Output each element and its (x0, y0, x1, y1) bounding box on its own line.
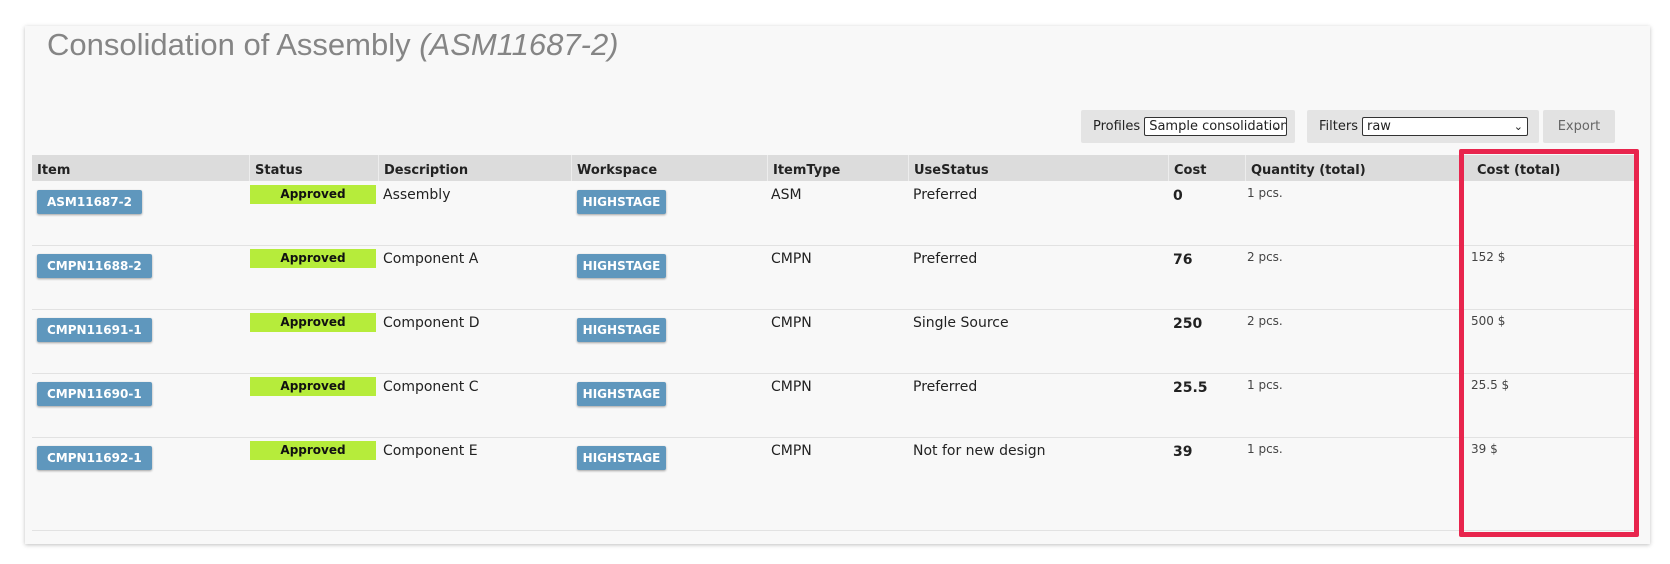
column-header-quantity-total[interactable]: Quantity (total) (1245, 155, 1463, 181)
column-header-cost[interactable]: Cost (1168, 155, 1245, 181)
workspace-button[interactable]: HIGHSTAGE (577, 190, 666, 214)
cost-cell: 25.5 (1173, 380, 1208, 396)
description-cell: Component E (383, 443, 478, 459)
page-title: Consolidation of Assembly (ASM11687-2) (47, 27, 619, 63)
item-link-button[interactable]: CMPN11691-1 (37, 318, 152, 342)
column-header-status[interactable]: Status (249, 155, 377, 181)
quantity-total-cell: 1 pcs. (1247, 442, 1283, 456)
cost-cell: 250 (1173, 316, 1203, 332)
quantity-total-cell: 1 pcs. (1247, 378, 1283, 392)
itemtype-cell: CMPN (771, 379, 812, 395)
item-link-button[interactable]: ASM11687-2 (37, 190, 142, 214)
cost-total-cell: 152 $ (1471, 250, 1506, 264)
table-row: CMPN11688-2 Approved Component A HIGHSTA… (32, 246, 1637, 310)
quantity-total-cell: 2 pcs. (1247, 314, 1283, 328)
column-header-cost-total[interactable]: Cost (total) (1463, 155, 1637, 181)
quantity-total-cell: 2 pcs. (1247, 250, 1283, 264)
filters-control: Filters raw ⌄ (1307, 110, 1539, 143)
usestatus-cell: Not for new design (913, 443, 1046, 459)
chevron-down-icon: ⌄ (1513, 120, 1523, 133)
filters-select[interactable]: raw ⌄ (1361, 117, 1528, 136)
description-cell: Component C (383, 379, 479, 395)
column-header-workspace[interactable]: Workspace (571, 155, 767, 181)
usestatus-cell: Preferred (913, 379, 978, 395)
profiles-control: Profiles Sample consolidation ⌄ (1081, 110, 1295, 143)
itemtype-cell: CMPN (771, 251, 812, 267)
itemtype-cell: CMPN (771, 315, 812, 331)
status-badge: Approved (250, 249, 376, 268)
column-header-description[interactable]: Description (378, 155, 570, 181)
export-button[interactable]: Export (1543, 110, 1615, 143)
usestatus-cell: Preferred (913, 187, 978, 203)
filters-label: Filters (1319, 119, 1358, 134)
profiles-select-value: Sample consolidation (1149, 119, 1287, 134)
filters-select-value: raw (1366, 119, 1391, 134)
table-header: Item Status Description Workspace ItemTy… (32, 155, 1637, 181)
item-link-button[interactable]: CMPN11688-2 (37, 254, 152, 278)
cost-total-cell: 500 $ (1471, 314, 1506, 328)
table-row: ASM11687-2 Approved Assembly HIGHSTAGE A… (32, 182, 1637, 246)
quantity-total-cell: 1 pcs. (1247, 186, 1283, 200)
usestatus-cell: Preferred (913, 251, 978, 267)
description-cell: Assembly (383, 187, 451, 203)
table-row: CMPN11692-1 Approved Component E HIGHSTA… (32, 438, 1637, 502)
column-header-item[interactable]: Item (32, 155, 237, 181)
page-title-code: (ASM11687-2) (419, 27, 619, 62)
cost-cell: 0 (1173, 188, 1183, 204)
itemtype-cell: CMPN (771, 443, 812, 459)
table-bottom-divider (32, 530, 1637, 531)
workspace-button[interactable]: HIGHSTAGE (577, 318, 666, 342)
status-badge: Approved (250, 313, 376, 332)
status-badge: Approved (250, 441, 376, 460)
itemtype-cell: ASM (771, 187, 802, 203)
status-badge: Approved (250, 377, 376, 396)
profiles-select[interactable]: Sample consolidation ⌄ (1144, 117, 1287, 136)
description-cell: Component A (383, 251, 479, 267)
column-header-usestatus[interactable]: UseStatus (908, 155, 1167, 181)
table-row: CMPN11691-1 Approved Component D HIGHSTA… (32, 310, 1637, 374)
profiles-label: Profiles (1093, 119, 1141, 134)
cost-cell: 76 (1173, 252, 1193, 268)
status-badge: Approved (250, 185, 376, 204)
description-cell: Component D (383, 315, 480, 331)
item-link-button[interactable]: CMPN11692-1 (37, 446, 152, 470)
cost-total-cell: 25.5 $ (1471, 378, 1510, 392)
chevron-down-icon: ⌄ (1272, 120, 1282, 133)
item-link-button[interactable]: CMPN11690-1 (37, 382, 152, 406)
workspace-button[interactable]: HIGHSTAGE (577, 254, 666, 278)
cost-cell: 39 (1173, 444, 1193, 460)
cost-total-cell: 39 $ (1471, 442, 1498, 456)
workspace-button[interactable]: HIGHSTAGE (577, 446, 666, 470)
page-title-main: Consolidation of Assembly (47, 27, 411, 62)
table-row: CMPN11690-1 Approved Component C HIGHSTA… (32, 374, 1637, 438)
column-header-itemtype[interactable]: ItemType (767, 155, 907, 181)
workspace-button[interactable]: HIGHSTAGE (577, 382, 666, 406)
usestatus-cell: Single Source (913, 315, 1009, 331)
